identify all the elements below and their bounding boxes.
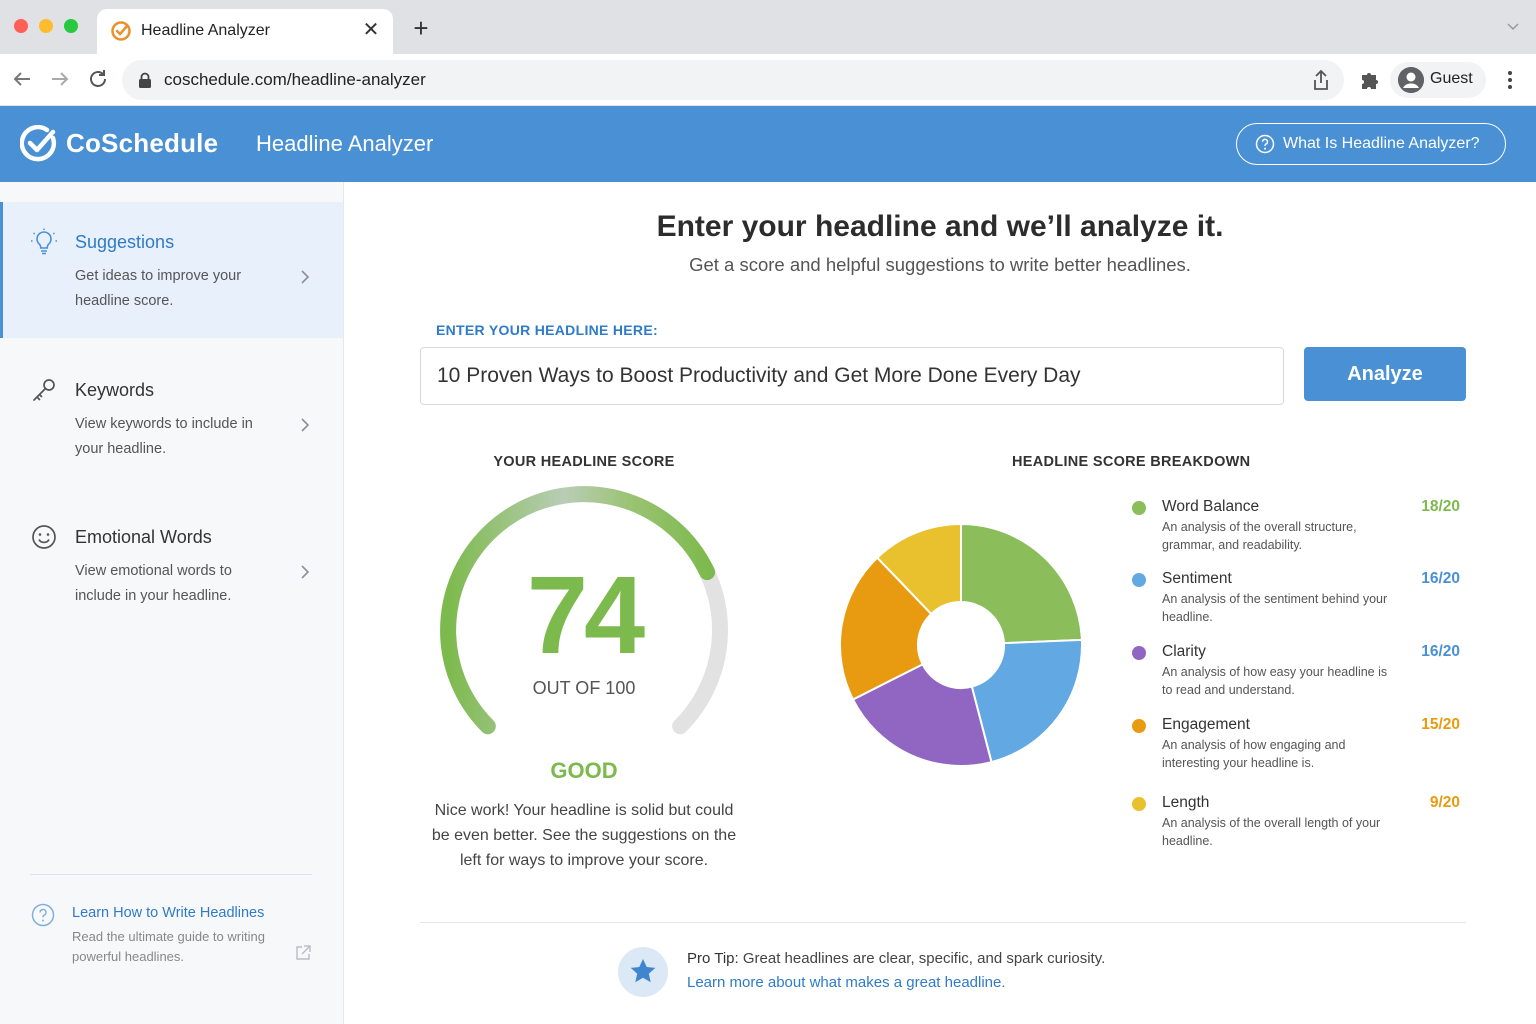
legend-score: 15/20	[1421, 716, 1460, 733]
legend-desc: An analysis of the overall structure, gr…	[1162, 520, 1357, 552]
page-subtitle: Get a score and helpful suggestions to w…	[689, 254, 1191, 275]
key-icon	[33, 379, 55, 401]
headline-input[interactable]	[420, 347, 1284, 405]
score-out-of: OUT OF 100	[532, 678, 636, 698]
tab-close-icon[interactable]: ✕	[359, 18, 383, 42]
address-bar[interactable]: coschedule.com/headline-analyzer	[122, 60, 1344, 100]
header-title: Headline Analyzer	[256, 131, 434, 156]
legend-desc: An analysis of the sentiment behind your…	[1162, 592, 1388, 624]
tab-title: Headline Analyzer	[141, 22, 270, 39]
sidebar-item-suggestions[interactable]: Suggestions Get ideas to improve your he…	[0, 202, 343, 338]
question-circle-icon	[31, 903, 55, 927]
legend-desc: An analysis of how engaging and interest…	[1162, 738, 1346, 770]
legend-dot	[1132, 573, 1146, 587]
headline-input-label: ENTER YOUR HEADLINE HERE:	[436, 322, 658, 338]
chevron-right-icon	[301, 565, 310, 579]
tab-list-chevron-icon[interactable]	[1506, 20, 1520, 34]
coschedule-favicon-icon	[111, 21, 131, 41]
pro-tip-body: Great headlines are clear, specific, and…	[738, 950, 1106, 967]
page-title: Enter your headline and we’ll analyze it…	[656, 210, 1224, 243]
browser-toolbar: coschedule.com/headline-analyzer	[0, 54, 1536, 106]
sidebar-item-title: Keywords	[75, 380, 155, 400]
legend-desc: An analysis of how easy your headline is…	[1162, 665, 1388, 697]
forward-arrow-icon[interactable]	[48, 67, 72, 91]
extensions-icon[interactable]	[1358, 68, 1382, 92]
legend-dot	[1132, 646, 1146, 660]
share-icon[interactable]	[1310, 69, 1332, 91]
score-value: 74	[526, 554, 645, 677]
learn-headlines-desc: Read the ultimate guide to writing power…	[72, 929, 265, 964]
profile-label: Guest	[1430, 70, 1473, 87]
smiley-icon	[32, 525, 56, 549]
legend-dot	[1132, 719, 1146, 733]
kebab-menu-icon[interactable]	[1500, 68, 1520, 92]
profile-button[interactable]: Guest	[1390, 62, 1486, 98]
sidebar: Suggestions Get ideas to improve your he…	[0, 182, 344, 1024]
legend-name: Clarity	[1162, 643, 1206, 660]
score-message: Nice work! Your headline is solid but co…	[431, 802, 737, 869]
legend-name: Engagement	[1162, 716, 1250, 733]
sidebar-item-title: Emotional Words	[75, 527, 212, 547]
legend-name: Length	[1162, 794, 1210, 811]
star-icon	[618, 947, 668, 997]
sidebar-item-title: Suggestions	[75, 232, 175, 252]
pro-tip-prefix: Pro Tip:	[687, 950, 739, 967]
window-close-button[interactable]	[14, 19, 28, 33]
legend-name: Word Balance	[1162, 498, 1260, 515]
external-link-icon[interactable]	[294, 944, 312, 962]
legend-desc: An analysis of the overall length of you…	[1162, 816, 1381, 848]
avatar-icon	[1398, 67, 1424, 93]
coschedule-logo-icon[interactable]	[20, 125, 58, 163]
sidebar-item-desc: Get ideas to improve your headline score…	[75, 268, 242, 309]
url-text[interactable]: coschedule.com/headline-analyzer	[164, 70, 426, 90]
window-minimize-button[interactable]	[39, 19, 53, 33]
what-is-headline-analyzer-button[interactable]: What Is Headline Analyzer?	[1236, 123, 1506, 165]
legend-dot	[1132, 797, 1146, 811]
lock-icon	[139, 72, 151, 88]
analyze-button[interactable]: Analyze	[1304, 347, 1466, 401]
sidebar-item-desc: View emotional words to include in your …	[75, 563, 232, 604]
what-is-label: What Is Headline Analyzer?	[1283, 135, 1480, 152]
browser-tab-bar: Headline Analyzer ✕ +	[0, 0, 1536, 54]
back-arrow-icon[interactable]	[10, 67, 34, 91]
score-rating: GOOD	[550, 758, 618, 783]
chevron-right-icon	[301, 418, 310, 432]
pro-tip-link[interactable]: Learn more about what makes a great head…	[687, 974, 1006, 991]
donut-slice-word-balance	[960, 522, 1083, 645]
sidebar-divider	[30, 874, 312, 875]
legend-dot	[1132, 501, 1146, 515]
window-maximize-button[interactable]	[64, 19, 78, 33]
score-breakdown-donut	[839, 522, 1083, 767]
learn-headlines-link[interactable]: Learn How to Write Headlines	[72, 905, 264, 921]
breakdown-section-label: HEADLINE SCORE BREAKDOWN	[1012, 454, 1251, 470]
sidebar-item-keywords[interactable]: Keywords View keywords to include in you…	[0, 358, 343, 478]
legend-score: 16/20	[1421, 570, 1460, 587]
pro-tip-text: Pro Tip: Great headlines are clear, spec…	[687, 950, 1105, 967]
site-header: CoSchedule Headline Analyzer What Is Hea…	[0, 106, 1536, 182]
lightbulb-icon	[31, 228, 57, 255]
question-circle-icon	[1255, 134, 1275, 154]
sidebar-item-emotional-words[interactable]: Emotional Words View emotional words to …	[0, 504, 343, 624]
legend-score: 9/20	[1429, 794, 1460, 811]
legend-name: Sentiment	[1162, 570, 1232, 587]
donut-slice-sentiment	[970, 638, 1083, 764]
legend-score: 18/20	[1421, 498, 1460, 515]
logo-text[interactable]: CoSchedule	[66, 128, 218, 159]
sidebar-item-desc: View keywords to include in your headlin…	[75, 416, 253, 457]
main-divider	[420, 922, 1466, 923]
browser-tab[interactable]: Headline Analyzer ✕	[97, 9, 393, 54]
new-tab-icon[interactable]: +	[408, 15, 434, 41]
legend-score: 16/20	[1421, 643, 1460, 660]
reload-icon[interactable]	[86, 67, 110, 91]
chevron-right-icon	[301, 270, 310, 284]
score-section-label: YOUR HEADLINE SCORE	[493, 454, 675, 470]
